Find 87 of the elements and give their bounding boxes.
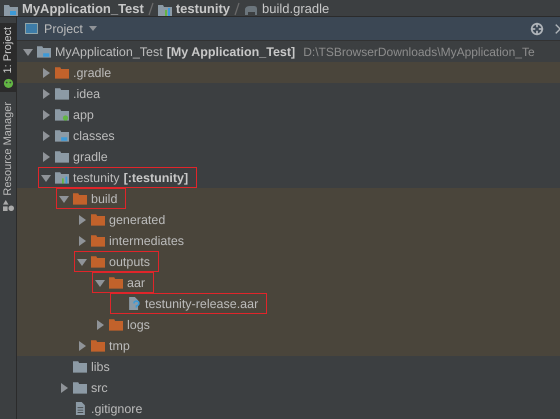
collapsed-arrow-icon[interactable] — [77, 340, 87, 350]
tree-row[interactable]: MyApplication_Test [My Application_Test] D:\TSBrowserDownloads\MyApplication_Te — [17, 41, 560, 62]
tree-item-label: src — [91, 380, 108, 394]
tree-row[interactable]: .gitignore — [17, 398, 560, 419]
unknown-file-icon — [127, 297, 141, 310]
folder-icon — [109, 318, 123, 331]
collapsed-arrow-icon[interactable] — [41, 152, 51, 162]
module-name: [:testunity] — [124, 170, 188, 184]
folder-icon — [55, 150, 69, 163]
breadcrumb-item[interactable]: testunity — [176, 2, 230, 16]
window-icon — [25, 23, 38, 34]
expanded-arrow-icon[interactable] — [59, 194, 69, 204]
tree-item-label: tmp — [109, 338, 130, 352]
module-name: [My Application_Test] — [166, 44, 296, 58]
folder-icon — [73, 192, 87, 205]
tree-item-label: classes — [73, 128, 115, 142]
tree-row[interactable]: build — [17, 188, 560, 209]
tree-row[interactable]: testunity [:testunity] — [17, 167, 560, 188]
tree-item-label: .gitignore — [91, 402, 142, 416]
folder-icon — [4, 4, 18, 16]
breadcrumb-item[interactable]: MyApplication_Test — [22, 2, 144, 16]
dropdown-icon[interactable] — [88, 26, 97, 31]
folder-icon — [73, 381, 87, 394]
project-path: D:\TSBrowserDownloads\MyApplication_Te — [303, 44, 535, 58]
collapsed-arrow-icon[interactable] — [41, 88, 51, 98]
tree-item-label: logs — [127, 318, 150, 332]
text-file-icon — [73, 402, 87, 415]
tree-item-label: .idea — [73, 86, 100, 100]
tree-item-label: generated — [109, 212, 166, 226]
tree-item-label: MyApplication_Test — [55, 44, 163, 58]
tree-row[interactable]: libs — [17, 356, 560, 377]
tree-item-label: build — [91, 192, 118, 206]
tree-item-label: gradle — [73, 150, 108, 164]
module-folder-icon — [55, 108, 69, 121]
tree-row[interactable]: src — [17, 377, 560, 398]
folder-icon — [37, 45, 51, 58]
tree-item-label: testunity-release.aar — [145, 296, 258, 310]
panel-title[interactable]: Project — [44, 22, 83, 36]
tree-row[interactable]: intermediates — [17, 230, 560, 251]
android-icon — [2, 77, 14, 88]
tree-item-label: .gradle — [73, 66, 112, 80]
folder-icon — [55, 66, 69, 79]
module-folder-icon — [158, 4, 172, 16]
tree-item-label: testunity — [73, 170, 120, 184]
folder-icon — [91, 339, 105, 352]
tool-window-tab[interactable]: Resource Manager — [0, 98, 16, 216]
folder-icon — [55, 129, 69, 142]
tree-row[interactable]: app — [17, 104, 560, 125]
tree-row[interactable]: gradle — [17, 146, 560, 167]
tree-item-label: intermediates — [109, 234, 184, 248]
tool-window-tab[interactable]: 1: Project — [0, 23, 16, 92]
expanded-arrow-icon[interactable] — [23, 46, 33, 56]
tree-row[interactable]: generated — [17, 209, 560, 230]
tree-row[interactable]: classes — [17, 125, 560, 146]
tree-row[interactable]: .gradle — [17, 62, 560, 83]
shapes-icon — [2, 200, 14, 212]
crosshair-icon[interactable] — [530, 22, 544, 36]
expanded-arrow-icon[interactable] — [77, 256, 87, 266]
tree-item-label: app — [73, 108, 94, 122]
expanded-arrow-icon[interactable] — [95, 278, 105, 288]
tree-row[interactable]: .idea — [17, 83, 560, 104]
tree-row[interactable]: logs — [17, 314, 560, 335]
collapsed-arrow-icon[interactable] — [77, 214, 87, 224]
collapsed-arrow-icon[interactable] — [59, 382, 69, 392]
collapsed-arrow-icon[interactable] — [41, 68, 51, 78]
tree-row[interactable]: testunity-release.aar — [17, 293, 560, 314]
folder-icon — [91, 234, 105, 247]
folder-icon — [73, 360, 87, 373]
tree-item-label: aar — [127, 276, 146, 290]
separator-icon — [148, 2, 154, 16]
collapsed-arrow-icon[interactable] — [77, 236, 87, 246]
breadcrumb-item[interactable]: build.gradle — [262, 2, 330, 16]
expanded-arrow-icon[interactable] — [41, 172, 51, 182]
folder-icon — [91, 255, 105, 268]
collapsed-arrow-icon[interactable] — [95, 320, 105, 330]
module-folder-icon — [55, 171, 69, 184]
tree-item-label: outputs — [109, 254, 150, 268]
tree-row[interactable]: outputs — [17, 251, 560, 272]
collapsed-arrow-icon[interactable] — [41, 130, 51, 140]
folder-icon — [91, 213, 105, 226]
folder-icon — [55, 87, 69, 100]
tree-row[interactable]: tmp — [17, 335, 560, 356]
separator-icon — [234, 2, 240, 16]
tree-row[interactable]: aar — [17, 272, 560, 293]
collapsed-arrow-icon[interactable] — [41, 110, 51, 120]
folder-icon — [109, 276, 123, 289]
tree-item-label: libs — [91, 360, 110, 374]
